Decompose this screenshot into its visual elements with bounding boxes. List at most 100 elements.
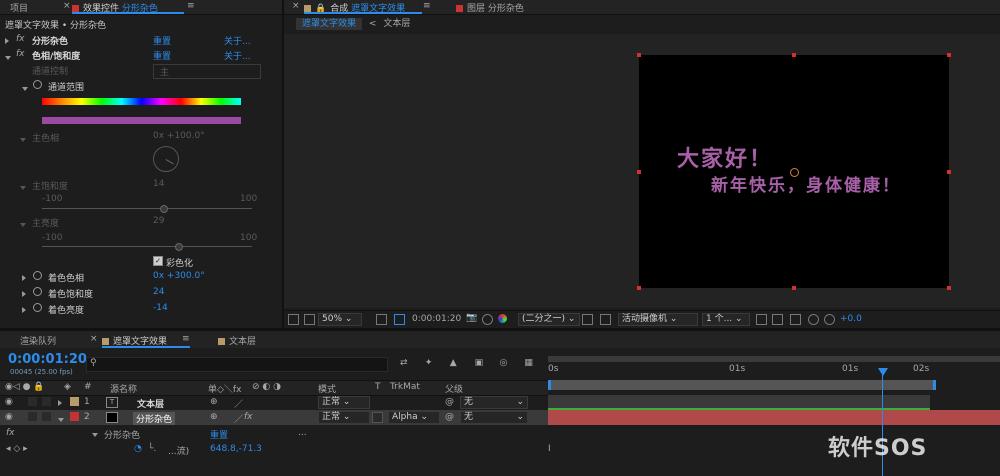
show-snapshot-icon[interactable] bbox=[482, 314, 493, 325]
property-value[interactable]: 648.8,-71.3 bbox=[210, 444, 262, 454]
viewer-timecode[interactable]: 0:00:01:20 bbox=[412, 314, 461, 324]
expand-icon[interactable] bbox=[22, 306, 30, 316]
label-column-icon[interactable]: ◈ bbox=[64, 382, 71, 392]
collapse-icon[interactable] bbox=[5, 53, 15, 63]
t-column-header[interactable]: T bbox=[375, 382, 381, 392]
fit-icon[interactable] bbox=[376, 314, 387, 325]
handle-mr[interactable] bbox=[947, 170, 951, 174]
handle-br[interactable] bbox=[947, 286, 951, 290]
transparency-grid-icon[interactable] bbox=[600, 314, 611, 325]
switch-shy-icon[interactable]: ⊕ bbox=[210, 397, 218, 407]
solo-toggle[interactable] bbox=[28, 412, 37, 421]
av-switches-icon[interactable]: ◉◁ ● 🔒 bbox=[5, 382, 45, 392]
breadcrumb-active[interactable]: 遮罩文字效果 bbox=[296, 18, 363, 30]
resolution-dropdown[interactable]: (二分之一) ⌄ bbox=[518, 313, 580, 326]
exposure-icon[interactable] bbox=[824, 314, 835, 325]
collapse-icon[interactable] bbox=[20, 220, 30, 230]
effect-subrow[interactable]: fx 分形杂色 重置 ... bbox=[0, 426, 548, 441]
about-link[interactable]: 关于... bbox=[224, 49, 251, 62]
handle-bl[interactable] bbox=[637, 286, 641, 290]
handle-tc[interactable] bbox=[792, 53, 796, 57]
timeline-timecode[interactable]: 0:00:01:20 bbox=[8, 352, 87, 367]
close-icon[interactable]: × bbox=[90, 334, 98, 344]
roi-icon[interactable] bbox=[582, 314, 593, 325]
panel-menu-icon[interactable]: ≡ bbox=[423, 1, 431, 11]
tab-layer[interactable]: 图层 分形杂色 bbox=[456, 1, 524, 14]
colorize-sat-value[interactable]: 24 bbox=[153, 287, 164, 297]
viewer-text-line2[interactable]: 新年快乐，身体健康！ bbox=[711, 171, 901, 196]
fx-icon[interactable]: fx bbox=[6, 428, 15, 438]
expand-icon[interactable] bbox=[22, 290, 30, 300]
video-toggle-icon[interactable]: ◉ bbox=[5, 412, 13, 422]
reset-link[interactable]: 重置 bbox=[153, 34, 171, 47]
composition-viewer[interactable]: 大家好！ 新年快乐，身体健康！ bbox=[284, 34, 1000, 308]
fast-preview-icon[interactable] bbox=[790, 314, 801, 325]
monitor-icon[interactable] bbox=[304, 314, 315, 325]
about-link[interactable]: 关于... bbox=[224, 34, 251, 47]
video-toggle-icon[interactable]: ◉ bbox=[5, 397, 13, 407]
solo-toggle[interactable] bbox=[28, 397, 37, 406]
tab-text-layer[interactable]: 文本层 bbox=[218, 334, 256, 347]
master-sat-value[interactable]: 14 bbox=[153, 179, 164, 189]
comp-canvas[interactable]: 大家好！ 新年快乐，身体健康！ bbox=[639, 55, 949, 288]
layer-name[interactable]: 文本层 bbox=[137, 397, 164, 410]
layer-bar-noise[interactable] bbox=[548, 410, 1000, 425]
timeline-graph[interactable]: 0s 01s 01s 02s I bbox=[548, 348, 1000, 476]
handle-ml[interactable] bbox=[637, 170, 641, 174]
comp-mini-flowchart-icon[interactable]: ⇄ bbox=[400, 358, 412, 368]
motion-blur-icon[interactable]: ◎ bbox=[500, 358, 512, 368]
playhead-head[interactable] bbox=[878, 368, 888, 376]
panel-menu-icon[interactable]: ≡ bbox=[187, 1, 195, 11]
stopwatch-icon[interactable] bbox=[33, 287, 46, 297]
layer-row[interactable]: ◉ 1 T 文本层 ⊕ ／ 正常 ⌄ @ 无 ⌄ bbox=[0, 395, 548, 410]
light-slider-knob[interactable] bbox=[175, 243, 183, 251]
graph-editor-icon[interactable]: ▦ bbox=[524, 358, 536, 368]
stopwatch-icon[interactable]: ◔ bbox=[134, 444, 142, 454]
region-icon[interactable] bbox=[394, 314, 405, 325]
expand-icon[interactable] bbox=[22, 274, 30, 284]
camera-snapshot-icon[interactable]: 📷 bbox=[466, 313, 477, 323]
expand-icon[interactable] bbox=[5, 37, 13, 47]
label-color-swatch[interactable] bbox=[70, 412, 79, 421]
lock-toggle[interactable] bbox=[42, 397, 51, 406]
layer-row-selected[interactable]: ◉ 2 分形杂色 ⊕ ／ fx 正常 ⌄ Alpha ⌄ @ 无 ⌄ bbox=[0, 410, 548, 425]
tab-project[interactable]: 项目 bbox=[10, 1, 28, 14]
breadcrumb-next[interactable]: 文本层 bbox=[383, 19, 410, 29]
collapse-icon[interactable] bbox=[92, 430, 102, 440]
property-subrow[interactable]: ◂ ◇ ▸ ◔ └. ...流) 648.8,-71.3 bbox=[0, 442, 548, 457]
handle-tr[interactable] bbox=[947, 53, 951, 57]
close-icon[interactable]: × bbox=[292, 1, 300, 11]
layer-name[interactable]: 分形杂色 bbox=[133, 412, 176, 425]
colorize-checkbox[interactable]: ✓ bbox=[153, 256, 163, 266]
keyframe-nav[interactable]: ◂ ◇ ▸ bbox=[6, 444, 28, 454]
work-area-bar[interactable] bbox=[548, 356, 1000, 362]
switch-quality-icon[interactable]: ／ bbox=[234, 412, 243, 425]
frame-blending-icon[interactable]: ▣ bbox=[475, 358, 487, 368]
sat-slider-track[interactable] bbox=[42, 208, 252, 209]
parent-column-header[interactable]: 父级 bbox=[445, 382, 463, 395]
tab-render-queue[interactable]: 渲染队列 bbox=[20, 334, 56, 347]
fx-icon[interactable]: fx bbox=[16, 34, 25, 44]
collapse-icon[interactable] bbox=[22, 84, 32, 94]
channel-control-dropdown[interactable]: 主 bbox=[153, 64, 261, 79]
viewer-text-line1[interactable]: 大家好！ bbox=[677, 141, 773, 173]
exposure-value[interactable]: +0.0 bbox=[840, 314, 862, 324]
colorize-hue-value[interactable]: 0x +300.0° bbox=[153, 271, 205, 281]
lock-toggle[interactable] bbox=[42, 412, 51, 421]
zoom-dropdown[interactable]: 50% ⌄ bbox=[318, 313, 362, 326]
always-preview-icon[interactable] bbox=[288, 314, 299, 325]
toggle-pixel-icon[interactable] bbox=[756, 314, 767, 325]
draft-3d-icon[interactable]: ✦ bbox=[425, 358, 437, 368]
work-area-range[interactable] bbox=[548, 380, 936, 390]
keyframe-marker[interactable]: I bbox=[548, 444, 551, 454]
mode-dropdown[interactable]: 正常 ⌄ bbox=[318, 396, 370, 409]
switch-fx-icon[interactable]: fx bbox=[244, 412, 253, 422]
reset-exposure-icon[interactable] bbox=[772, 314, 783, 325]
colorize-light-value[interactable]: -14 bbox=[153, 303, 168, 313]
handle-bc[interactable] bbox=[792, 286, 796, 290]
light-slider-track[interactable] bbox=[42, 246, 252, 247]
sat-slider-knob[interactable] bbox=[160, 205, 168, 213]
close-icon[interactable]: × bbox=[63, 1, 71, 11]
collapse-icon[interactable] bbox=[20, 183, 30, 193]
switch-shy-icon[interactable]: ⊕ bbox=[210, 412, 218, 422]
